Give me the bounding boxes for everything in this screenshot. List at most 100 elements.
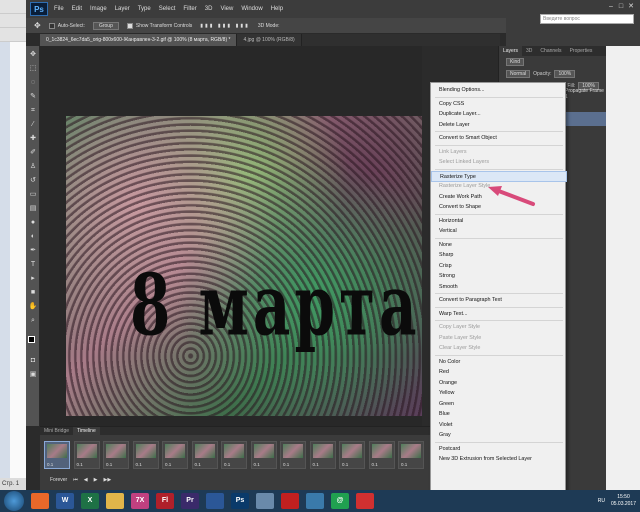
context-menu-item[interactable]: Blue xyxy=(431,409,567,420)
play-icon[interactable]: ▶ xyxy=(94,477,98,483)
context-menu-item[interactable]: Crisp xyxy=(431,261,567,272)
loop-dropdown[interactable]: Forever xyxy=(50,477,67,483)
context-menu-item[interactable]: New 3D Extrusion from Selected Layer xyxy=(431,454,567,465)
start-button[interactable] xyxy=(4,491,24,511)
tab-layers[interactable]: Layers xyxy=(499,46,523,56)
frame-delay[interactable]: 0.1 xyxy=(195,462,201,467)
frame-delay[interactable]: 0.1 xyxy=(372,462,378,467)
context-menu-item[interactable]: Gray xyxy=(431,430,567,441)
foreground-color-swatch[interactable] xyxy=(28,336,35,343)
frame-delay[interactable]: 0.1 xyxy=(224,462,230,467)
taskbar-app-button[interactable] xyxy=(206,493,224,509)
menu-type[interactable]: Type xyxy=(138,6,151,12)
word-document-area[interactable] xyxy=(10,42,26,482)
canvas-area[interactable]: 8 марта xyxy=(40,46,422,426)
taskbar-app-button[interactable]: X xyxy=(81,493,99,509)
context-menu-item[interactable]: Delete Layer xyxy=(431,120,567,131)
taskbar-app-button[interactable]: W xyxy=(56,493,74,509)
context-menu-item[interactable]: Red xyxy=(431,367,567,378)
context-menu-item[interactable]: Convert to Smart Object xyxy=(431,133,567,144)
align-buttons[interactable]: ▮▮▮ ▮▮▮ ▮▮▮ xyxy=(200,23,250,29)
frame-delay[interactable]: 0.1 xyxy=(254,462,260,467)
context-menu-item[interactable]: No Color xyxy=(431,357,567,368)
type-tool-icon[interactable]: T xyxy=(28,260,38,270)
frame-delay[interactable]: 0.1 xyxy=(165,462,171,467)
shape-tool-icon[interactable]: ■ xyxy=(28,288,38,298)
tab-3d[interactable]: 3D xyxy=(522,46,536,56)
menu-file[interactable]: File xyxy=(54,6,64,12)
context-menu-item[interactable]: Smooth xyxy=(431,282,567,293)
lasso-tool-icon[interactable]: ◌ xyxy=(28,78,38,88)
dodge-tool-icon[interactable]: ◐ xyxy=(28,232,38,242)
taskbar-app-button[interactable]: Ps xyxy=(231,493,249,509)
quick-select-tool-icon[interactable]: ✎ xyxy=(28,92,38,102)
tab-properties[interactable]: Properties xyxy=(566,46,597,56)
tab-channels[interactable]: Channels xyxy=(536,46,565,56)
context-menu-item[interactable]: Green xyxy=(431,399,567,410)
stamp-tool-icon[interactable]: ♙ xyxy=(28,162,38,172)
prev-frame-icon[interactable]: ◀ xyxy=(84,477,88,483)
taskbar-app-button[interactable] xyxy=(256,493,274,509)
taskbar-app-button[interactable]: 7X xyxy=(131,493,149,509)
pen-tool-icon[interactable]: ✒ xyxy=(28,246,38,256)
timeline-frame[interactable]: 0.1 xyxy=(398,441,424,469)
tab-document-2[interactable]: 4.jpg @ 100% (RGB/8) xyxy=(237,34,302,46)
language-indicator[interactable]: RU xyxy=(598,498,605,504)
word-ribbon-tab[interactable] xyxy=(0,14,26,28)
clock[interactable]: 15:50 05.03.2017 xyxy=(611,494,636,508)
help-search-input[interactable]: Введите вопрос xyxy=(540,14,634,24)
timeline-frame[interactable]: 0.1 xyxy=(162,441,188,469)
frame-delay[interactable]: 0.1 xyxy=(106,462,112,467)
close-icon[interactable]: ✕ xyxy=(626,2,636,11)
blur-tool-icon[interactable]: ● xyxy=(28,218,38,228)
minimize-icon[interactable]: – xyxy=(606,2,616,11)
timeline-frame[interactable]: 0.1 xyxy=(103,441,129,469)
timeline-frame[interactable]: 0.1 xyxy=(73,441,100,469)
frame-delay[interactable]: 0.1 xyxy=(47,462,53,467)
eraser-tool-icon[interactable]: ▭ xyxy=(28,190,38,200)
timeline-frame[interactable]: 0.1 xyxy=(368,441,395,469)
timeline-frame[interactable]: 0.1 xyxy=(191,441,218,469)
timeline-frame[interactable]: 0.1 xyxy=(132,441,159,469)
auto-select-checkbox[interactable]: Auto-Select: xyxy=(48,22,85,29)
taskbar-app-button[interactable] xyxy=(306,493,324,509)
context-menu-item[interactable]: Vertical xyxy=(431,226,567,237)
word-ribbon-tab[interactable] xyxy=(0,0,26,14)
hand-tool-icon[interactable]: ✋ xyxy=(28,302,38,312)
quick-mask-icon[interactable]: ◘ xyxy=(28,356,38,366)
timeline-frame[interactable]: 0.1 xyxy=(250,441,277,469)
menu-layer[interactable]: Layer xyxy=(115,6,130,12)
menu-filter[interactable]: Filter xyxy=(183,6,196,12)
timeline-frame[interactable]: 0.1 xyxy=(44,441,70,469)
taskbar-app-button[interactable] xyxy=(281,493,299,509)
timeline-frame[interactable]: 0.1 xyxy=(280,441,306,469)
context-menu-item[interactable]: Postcard xyxy=(431,444,567,455)
frame-delay[interactable]: 0.1 xyxy=(342,462,348,467)
artwork-image[interactable]: 8 марта xyxy=(66,116,422,416)
timeline-frame[interactable]: 0.1 xyxy=(339,441,365,469)
tab-document-1[interactable]: 0_1c3824_6ec7da5_orig-800x600-Жанравлен-… xyxy=(40,34,238,46)
context-menu-item[interactable]: Warp Text... xyxy=(431,309,567,320)
menu-edit[interactable]: Edit xyxy=(72,6,82,12)
gradient-tool-icon[interactable]: ▤ xyxy=(28,204,38,214)
move-tool-icon[interactable]: ✥ xyxy=(28,50,38,60)
eyedropper-tool-icon[interactable]: ⁄ xyxy=(28,120,38,130)
tab-mini-bridge[interactable]: Mini Bridge xyxy=(40,427,73,435)
screen-mode-icon[interactable]: ▣ xyxy=(28,370,38,380)
tab-timeline[interactable]: Timeline xyxy=(73,427,100,435)
context-menu-item[interactable]: None xyxy=(431,240,567,251)
context-menu-item[interactable]: Blending Options... xyxy=(431,85,567,96)
taskbar-app-button[interactable] xyxy=(106,493,124,509)
blend-mode-dropdown[interactable]: Normal xyxy=(506,70,531,78)
next-frame-icon[interactable]: ▶▶ xyxy=(103,477,111,483)
zoom-tool-icon[interactable]: ⌕ xyxy=(28,316,38,326)
word-ribbon-tab[interactable] xyxy=(0,28,26,42)
timeline-frame[interactable]: 0.1 xyxy=(221,441,247,469)
taskbar-app-button[interactable] xyxy=(31,493,49,509)
menu-help[interactable]: Help xyxy=(271,6,283,12)
context-menu-item[interactable]: Sharp xyxy=(431,250,567,261)
timeline-frame[interactable]: 0.1 xyxy=(309,441,336,469)
frame-delay[interactable]: 0.1 xyxy=(136,462,142,467)
frame-delay[interactable]: 0.1 xyxy=(77,462,83,467)
menu-view[interactable]: View xyxy=(220,6,233,12)
